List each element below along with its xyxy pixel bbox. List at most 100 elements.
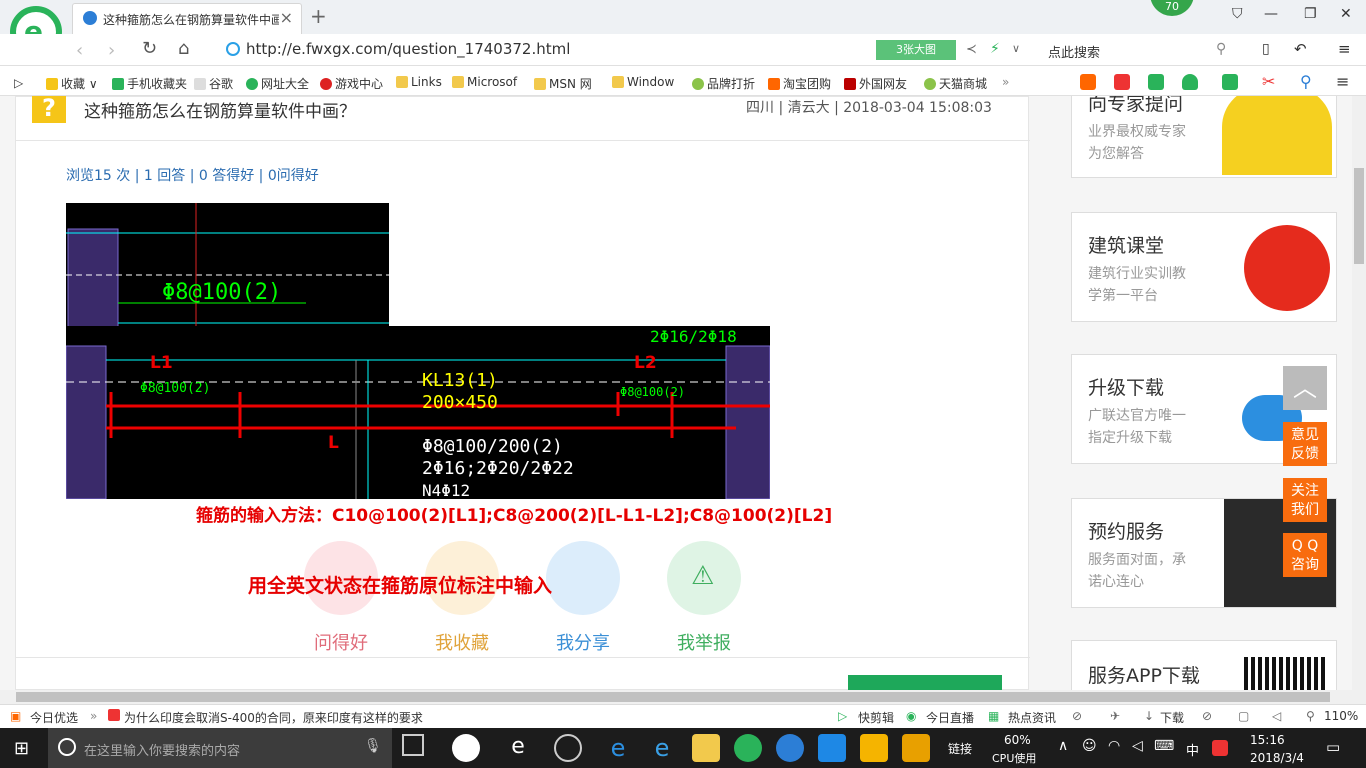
- app-plus-icon[interactable]: [818, 734, 846, 762]
- search-input[interactable]: 点此搜索: [1048, 42, 1100, 61]
- share-icon[interactable]: ≺: [966, 42, 977, 57]
- windows-start-icon[interactable]: ⊞: [14, 738, 29, 759]
- bookmark-brand-sale[interactable]: 品牌打折: [692, 75, 755, 92]
- tab-close-icon[interactable]: ×: [280, 8, 293, 27]
- app-glodon-icon[interactable]: [776, 734, 804, 762]
- tray-keyboard-icon[interactable]: ⌨: [1154, 738, 1174, 754]
- question-stats[interactable]: 浏览15 次 | 1 回答 | 0 答得好 | 0问得好: [66, 165, 319, 185]
- search-icon[interactable]: ⚲: [1216, 41, 1226, 57]
- ext-shield-icon[interactable]: [1182, 74, 1198, 90]
- bookmark-tmall[interactable]: 天猫商城: [924, 75, 987, 92]
- bookmark-hao[interactable]: 网址大全: [246, 75, 309, 92]
- tray-volume-icon[interactable]: ◁: [1132, 738, 1143, 754]
- back-icon[interactable]: ‹: [76, 40, 83, 61]
- ext-scissors-icon[interactable]: ✂: [1262, 72, 1275, 91]
- restore-icon[interactable]: ❐: [1304, 6, 1317, 22]
- menu-icon[interactable]: ≡: [1338, 40, 1351, 58]
- favorite-label[interactable]: 我收藏: [412, 629, 512, 655]
- minimize-icon[interactable]: —: [1264, 6, 1278, 22]
- tray-wifi-icon[interactable]: ◠: [1108, 738, 1120, 754]
- cad-image-top[interactable]: Φ8@100(2): [66, 203, 389, 332]
- qq-consult-button[interactable]: Q Q 咨询: [1283, 533, 1327, 577]
- microphone-icon[interactable]: 🎙: [364, 738, 382, 754]
- card-classroom[interactable]: 建筑课堂 建筑行业实训教 学第一平台: [1071, 212, 1337, 322]
- ext-search-icon[interactable]: ⚲: [1300, 72, 1312, 91]
- vertical-scrollbar-thumb[interactable]: [1354, 168, 1364, 264]
- ext-video-icon[interactable]: [1080, 74, 1096, 90]
- refresh-icon[interactable]: ↻: [142, 38, 157, 59]
- news-headline[interactable]: 为什么印度会取消S-400的合同，原来印度有这样的要求: [124, 709, 423, 726]
- follow-button[interactable]: 关注 我们: [1283, 478, 1327, 522]
- quickcut-link[interactable]: 快剪辑: [858, 709, 894, 726]
- app-ie-icon[interactable]: e: [648, 734, 676, 762]
- mobile-icon[interactable]: ▯: [1262, 41, 1270, 57]
- forward-icon[interactable]: ›: [108, 40, 115, 61]
- notification-icon[interactable]: ▭: [1326, 738, 1340, 756]
- task-view-icon[interactable]: [402, 734, 424, 756]
- bookmark-favorites[interactable]: 收藏 ∨: [46, 75, 98, 92]
- app-ie-e-icon[interactable]: e: [504, 734, 532, 762]
- bookmark-windows[interactable]: Window: [612, 75, 674, 89]
- app-360browser-icon[interactable]: [734, 734, 762, 762]
- pin-icon[interactable]: ✈: [1110, 709, 1120, 723]
- tray-time[interactable]: 15:16: [1250, 733, 1285, 747]
- card-ask-expert[interactable]: 向专家提问 业界最权威专家 为您解答: [1071, 96, 1337, 178]
- bookmark-google[interactable]: 谷歌: [194, 75, 233, 92]
- hot-news-link[interactable]: 热点资讯: [1008, 709, 1056, 726]
- download-link[interactable]: 下载: [1160, 709, 1184, 726]
- shirt-icon[interactable]: ⛉: [1232, 6, 1243, 22]
- bookmark-msn[interactable]: MSN 网: [534, 75, 592, 92]
- answer-button[interactable]: [848, 675, 1002, 690]
- live-link[interactable]: 今日直播: [926, 709, 974, 726]
- report-button[interactable]: ⚠: [667, 541, 741, 615]
- tray-sogou-icon[interactable]: [1212, 740, 1228, 756]
- browser-tab[interactable]: 这种箍筋怎么在钢筋算量软件中画 ×: [72, 3, 302, 34]
- more-bookmarks-icon[interactable]: »: [1002, 75, 1009, 89]
- search-box[interactable]: 点此搜索: [1040, 39, 1240, 61]
- share-button[interactable]: [546, 541, 620, 615]
- horizontal-scrollbar-thumb[interactable]: [16, 692, 1330, 702]
- feedback-button[interactable]: 意见 反馈: [1283, 422, 1327, 466]
- app-edge-icon[interactable]: e: [604, 734, 632, 762]
- app-fan-icon[interactable]: [452, 734, 480, 762]
- new-tab-icon[interactable]: +: [310, 4, 327, 28]
- bookmark-mobile[interactable]: 手机收藏夹: [112, 75, 187, 92]
- app-swirl-icon[interactable]: [554, 734, 582, 762]
- sound-icon[interactable]: ◁: [1272, 709, 1281, 723]
- speed-icon[interactable]: ⊘: [1072, 709, 1082, 723]
- app-notes-icon[interactable]: [860, 734, 888, 762]
- close-icon[interactable]: ✕: [1340, 6, 1352, 22]
- chevron-down-icon[interactable]: ∨: [1012, 42, 1020, 55]
- bookmark-links[interactable]: Links: [396, 75, 442, 89]
- share-label[interactable]: 我分享: [533, 629, 633, 655]
- news-label[interactable]: 今日优选: [30, 709, 78, 726]
- card-app-download[interactable]: 服务APP下载: [1071, 640, 1337, 690]
- report-label[interactable]: 我举报: [654, 629, 754, 655]
- tray-cpu[interactable]: 60%: [1004, 733, 1031, 747]
- back-to-top-icon[interactable]: ︿: [1283, 366, 1327, 410]
- ext-book-icon[interactable]: [1148, 74, 1164, 90]
- window-icon[interactable]: ▢: [1238, 709, 1249, 723]
- zoom-icon[interactable]: ⚲: [1306, 709, 1315, 723]
- zoom-level[interactable]: 110%: [1324, 709, 1358, 723]
- address-bar[interactable]: http://e.fwxgx.com/question_1740372.html: [222, 39, 872, 61]
- address-text[interactable]: http://e.fwxgx.com/question_1740372.html: [246, 40, 570, 58]
- home-icon[interactable]: ⌂: [178, 38, 189, 59]
- taskbar-search[interactable]: 在这里输入你要搜索的内容 🎙: [48, 728, 392, 768]
- tray-people-icon[interactable]: ☺: [1082, 738, 1097, 754]
- sidebar-toggle-icon[interactable]: ▷: [14, 76, 23, 90]
- like-label[interactable]: 问得好: [291, 629, 391, 655]
- ext-menu-icon[interactable]: ≡: [1336, 72, 1349, 91]
- app-explorer-icon[interactable]: [692, 734, 720, 762]
- bookmark-games[interactable]: 游戏中心: [320, 75, 383, 92]
- taskbar-search-input[interactable]: 在这里输入你要搜索的内容: [84, 740, 240, 759]
- clean-icon[interactable]: ⊘: [1202, 709, 1212, 723]
- bookmark-taobao[interactable]: 淘宝团购: [768, 75, 831, 92]
- app-image-icon[interactable]: [902, 734, 930, 762]
- lightning-icon[interactable]: ⚡: [990, 41, 1000, 57]
- cad-image-main[interactable]: 2Φ16/2Φ18 L1 L2 L Φ8@100(2) Φ8@100(2) KL…: [65, 326, 822, 500]
- bookmark-microsoft[interactable]: Microsof: [452, 75, 517, 89]
- undo-icon[interactable]: ↶: [1294, 40, 1307, 58]
- bookmark-foreign[interactable]: 外国网友: [844, 75, 907, 92]
- ext-discount-icon[interactable]: [1114, 74, 1130, 90]
